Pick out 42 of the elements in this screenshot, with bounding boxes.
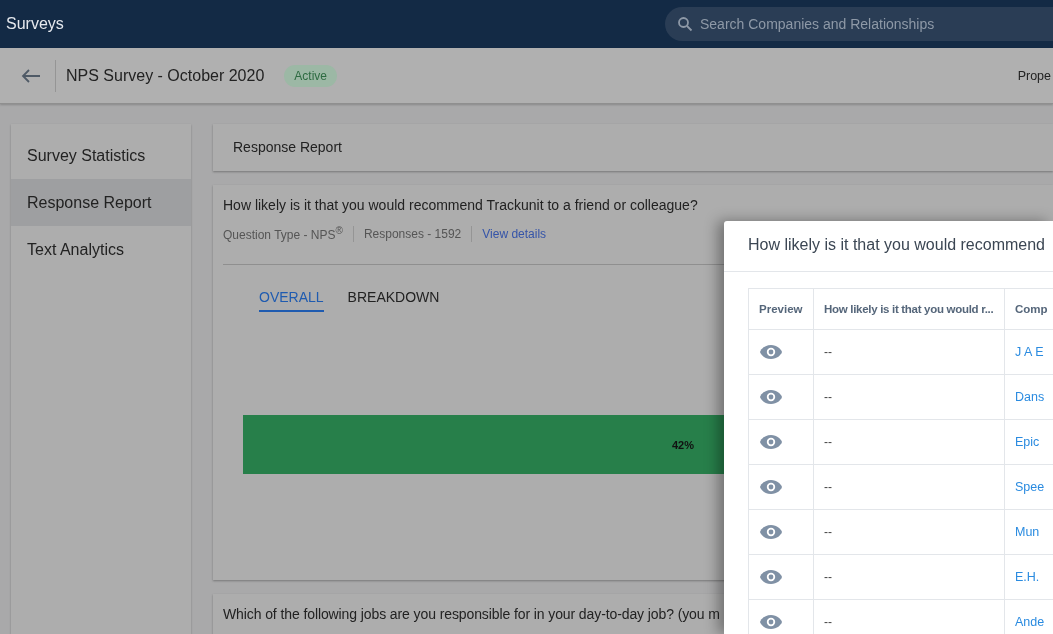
eye-icon bbox=[759, 344, 783, 360]
sidebar-item[interactable]: Text Analytics bbox=[11, 226, 191, 273]
chart-tab[interactable]: OVERALL bbox=[259, 289, 324, 312]
table-cell: -- bbox=[813, 464, 1005, 510]
company-link[interactable]: J A E bbox=[1015, 345, 1044, 359]
drawer-title: How likely is it that you would recommend bbox=[724, 221, 1053, 272]
company-link[interactable]: Epic bbox=[1015, 435, 1040, 449]
properties-tab[interactable]: Prope bbox=[1017, 68, 1051, 83]
back-button[interactable] bbox=[21, 68, 41, 83]
table-cell: -- bbox=[813, 419, 1005, 465]
chart-tab[interactable]: BREAKDOWN bbox=[347, 289, 440, 312]
survey-title: NPS Survey - October 2020 bbox=[66, 66, 265, 85]
table-cell: -- bbox=[813, 374, 1005, 420]
eye-icon bbox=[759, 524, 783, 540]
company-link[interactable]: Spee bbox=[1015, 480, 1045, 494]
app-title: Surveys bbox=[6, 15, 64, 33]
eye-icon bbox=[759, 479, 783, 495]
bar-segment: 42% bbox=[243, 415, 724, 474]
column-header: Preview bbox=[748, 288, 814, 330]
company-link[interactable]: Mun bbox=[1015, 525, 1040, 539]
response-count: Responses - 1592 bbox=[363, 226, 462, 241]
eye-icon bbox=[759, 434, 783, 450]
eye-icon bbox=[759, 389, 783, 405]
company-link[interactable]: E.H. bbox=[1015, 570, 1040, 584]
back-arrow-icon bbox=[21, 68, 41, 83]
column-header: Comp bbox=[1004, 288, 1053, 330]
table-cell: -- bbox=[813, 329, 1005, 375]
question-text: How likely is it that you would recommend Trackunit to a friend or colleague? bbox=[223, 197, 699, 213]
report-header: Response Report bbox=[213, 124, 1053, 171]
sidebar-item[interactable]: Response Report bbox=[11, 179, 191, 226]
status-badge: Active bbox=[284, 64, 337, 87]
sidebar-item[interactable]: Survey Statistics bbox=[11, 132, 191, 179]
company-link[interactable]: Dans bbox=[1015, 390, 1045, 404]
column-header: How likely is it that you would r... bbox=[813, 288, 1005, 330]
eye-icon bbox=[759, 614, 783, 630]
question-text: Which of the following jobs are you responsible for in your day-to-day job? (you m bbox=[223, 606, 720, 622]
question-type: Question Type - NPS$^{®}$ bbox=[223, 225, 343, 242]
table-cell: -- bbox=[813, 509, 1005, 555]
view-details-link[interactable]: View details bbox=[482, 226, 547, 241]
search-field[interactable]: Search Companies and Relationships bbox=[665, 7, 1053, 41]
table-cell: -- bbox=[813, 554, 1005, 600]
eye-icon bbox=[759, 569, 783, 585]
